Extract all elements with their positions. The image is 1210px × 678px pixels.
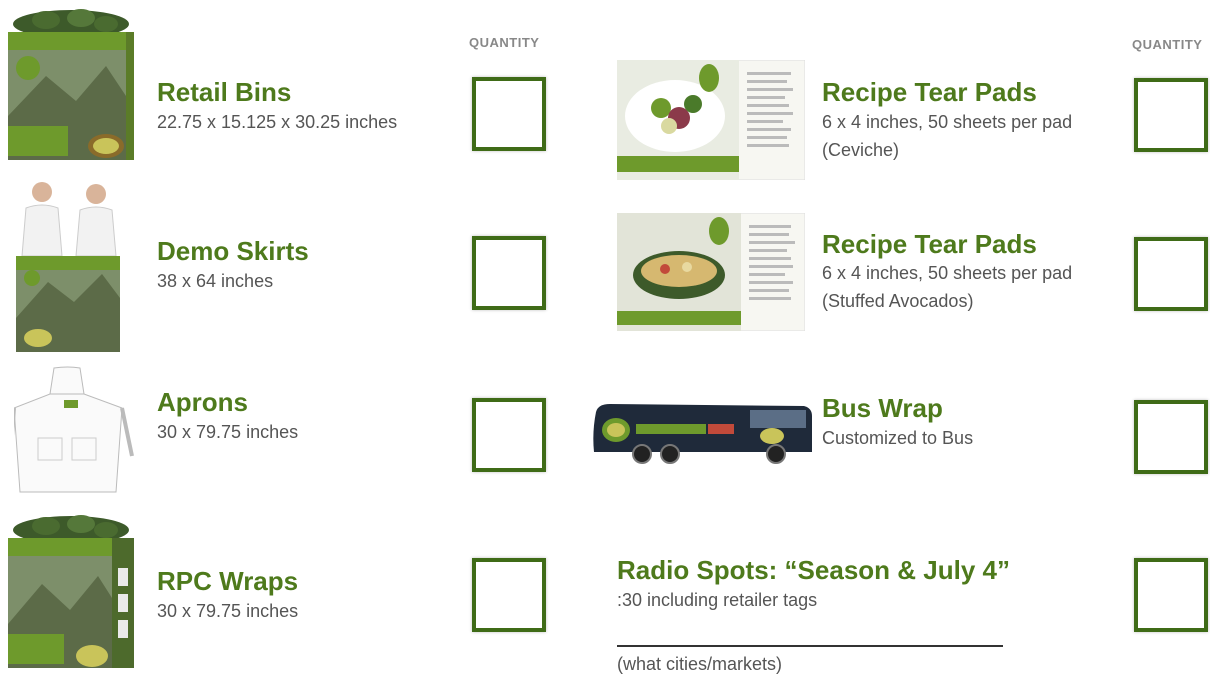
retail-bins-title: Retail Bins: [157, 77, 292, 107]
recipe-pads-ceviche-title: Recipe Tear Pads: [822, 77, 1037, 107]
recipe-pads-ceviche-desc-2: (Ceviche): [822, 140, 900, 160]
radio-markets-input-line[interactable]: [617, 645, 1003, 647]
bus-wrap-title: Bus Wrap: [822, 393, 943, 423]
recipe-pads-stuffed-title: Recipe Tear Pads: [822, 229, 1037, 259]
demo-skirts-desc: 38 x 64 inches: [157, 271, 274, 291]
retail-bins-quantity-box[interactable]: [472, 77, 546, 151]
rpc-wraps-title: RPC Wraps: [157, 566, 299, 596]
retail-bin-image: [6, 6, 136, 168]
radio-spots-title: Radio Spots: “Season & July 4”: [617, 555, 1010, 585]
aprons-desc: 30 x 79.75 inches: [157, 422, 299, 442]
recipe-pads-ceviche-desc-1: 6 x 4 inches, 50 sheets per pad: [822, 112, 1073, 132]
demo-skirts-quantity-box[interactable]: [472, 236, 546, 310]
bus-wrap-image: [590, 402, 816, 466]
recipe-pads-ceviche-quantity-box[interactable]: [1134, 78, 1208, 152]
bus-wrap-desc: Customized to Bus: [822, 428, 974, 448]
recipe-pads-stuffed-quantity-box[interactable]: [1134, 237, 1208, 311]
recipe-pads-stuffed-desc-2: (Stuffed Avocados): [822, 291, 974, 311]
radio-spots-quantity-box[interactable]: [1134, 558, 1208, 632]
retail-bins-desc: 22.75 x 15.125 x 30.25 inches: [157, 112, 398, 132]
rpc-wraps-desc: 30 x 79.75 inches: [157, 601, 299, 621]
apron-image: [14, 364, 136, 496]
recipe-pad-ceviche-image: [617, 60, 805, 180]
aprons-quantity-box[interactable]: [472, 398, 546, 472]
recipe-pads-stuffed-desc-1: 6 x 4 inches, 50 sheets per pad: [822, 263, 1073, 283]
quantity-header-left: QUANTITY: [469, 35, 540, 50]
recipe-pad-stuffed-image: [617, 213, 805, 331]
demo-skirt-image: [12, 178, 124, 356]
rpc-wraps-quantity-box[interactable]: [472, 558, 546, 632]
radio-spots-desc: :30 including retailer tags: [617, 590, 818, 610]
aprons-title: Aprons: [157, 387, 248, 417]
bus-wrap-quantity-box[interactable]: [1134, 400, 1208, 474]
radio-markets-label: (what cities/markets): [617, 654, 783, 674]
demo-skirts-title: Demo Skirts: [157, 236, 309, 266]
quantity-header-right: QUANTITY: [1132, 37, 1203, 52]
rpc-wrap-image: [6, 512, 136, 674]
